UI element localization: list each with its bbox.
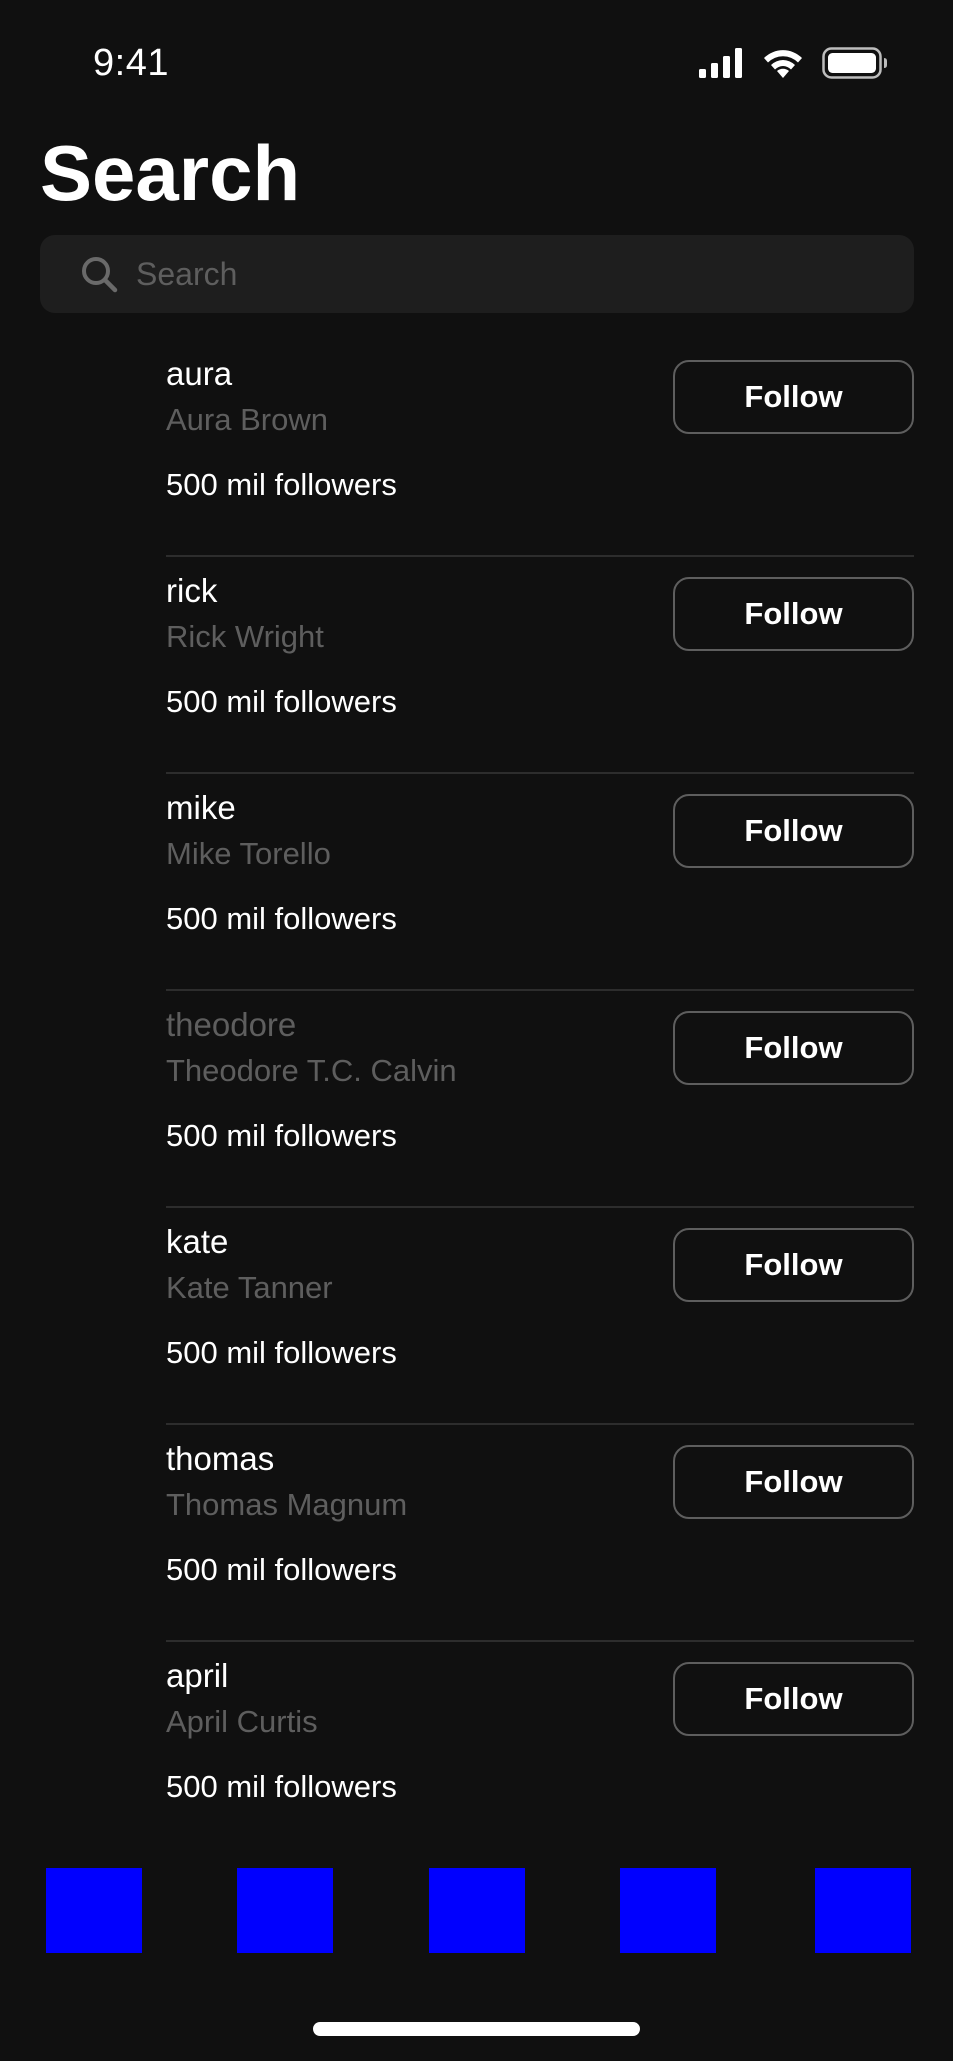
battery-icon	[822, 47, 887, 79]
status-icons	[699, 45, 888, 81]
list-item: april April Curtis 500 mil followers Fol…	[166, 1642, 914, 1859]
search-icon	[82, 257, 118, 293]
followers-count: 500 mil followers	[166, 1769, 397, 1804]
search-input[interactable]	[136, 235, 876, 313]
username[interactable]: april	[166, 1656, 228, 1696]
full-name: Kate Tanner	[166, 1270, 333, 1305]
followers-count: 500 mil followers	[166, 901, 397, 936]
username[interactable]: kate	[166, 1222, 228, 1262]
follow-button[interactable]: Follow	[673, 1228, 914, 1302]
followers-count: 500 mil followers	[166, 1335, 397, 1370]
full-name: April Curtis	[166, 1704, 318, 1739]
tab-placeholder-icon[interactable]	[620, 1868, 716, 1953]
username[interactable]: thomas	[166, 1439, 274, 1479]
username[interactable]: mike	[166, 788, 236, 828]
full-name: Theodore T.C. Calvin	[166, 1053, 457, 1088]
wifi-icon	[764, 50, 802, 78]
tab-bar	[0, 1868, 953, 1953]
follow-button[interactable]: Follow	[673, 1662, 914, 1736]
full-name: Thomas Magnum	[166, 1487, 408, 1522]
list-item: thomas Thomas Magnum 500 mil followers F…	[166, 1425, 914, 1642]
status-bar: 9:41	[0, 0, 953, 120]
list-item: rick Rick Wright 500 mil followers Follo…	[166, 557, 914, 774]
follow-button[interactable]: Follow	[673, 1445, 914, 1519]
full-name: Mike Torello	[166, 836, 331, 871]
username[interactable]: aura	[166, 354, 232, 394]
username[interactable]: rick	[166, 571, 217, 611]
follow-button[interactable]: Follow	[673, 577, 914, 651]
page-title: Search	[40, 129, 301, 217]
followers-count: 500 mil followers	[166, 1552, 397, 1587]
cellular-signal-icon	[699, 48, 742, 78]
tab-placeholder-icon[interactable]	[429, 1868, 525, 1953]
followers-count: 500 mil followers	[166, 467, 397, 502]
followers-count: 500 mil followers	[166, 684, 397, 719]
list-item: aura Aura Brown 500 mil followers Follow	[166, 340, 914, 557]
follow-button[interactable]: Follow	[673, 794, 914, 868]
list-item: mike Mike Torello 500 mil followers Foll…	[166, 774, 914, 991]
tab-placeholder-icon[interactable]	[815, 1868, 911, 1953]
follow-button[interactable]: Follow	[673, 1011, 914, 1085]
status-time: 9:41	[93, 42, 169, 84]
list-item: kate Kate Tanner 500 mil followers Follo…	[166, 1208, 914, 1425]
full-name: Aura Brown	[166, 402, 328, 437]
follow-button[interactable]: Follow	[673, 360, 914, 434]
home-indicator[interactable]	[313, 2022, 640, 2036]
tab-placeholder-icon[interactable]	[46, 1868, 142, 1953]
followers-count: 500 mil followers	[166, 1118, 397, 1153]
search-bar[interactable]	[40, 235, 914, 313]
tab-placeholder-icon[interactable]	[237, 1868, 333, 1953]
list-item: theodore Theodore T.C. Calvin 500 mil fo…	[166, 991, 914, 1208]
username[interactable]: theodore	[166, 1005, 296, 1045]
full-name: Rick Wright	[166, 619, 324, 654]
